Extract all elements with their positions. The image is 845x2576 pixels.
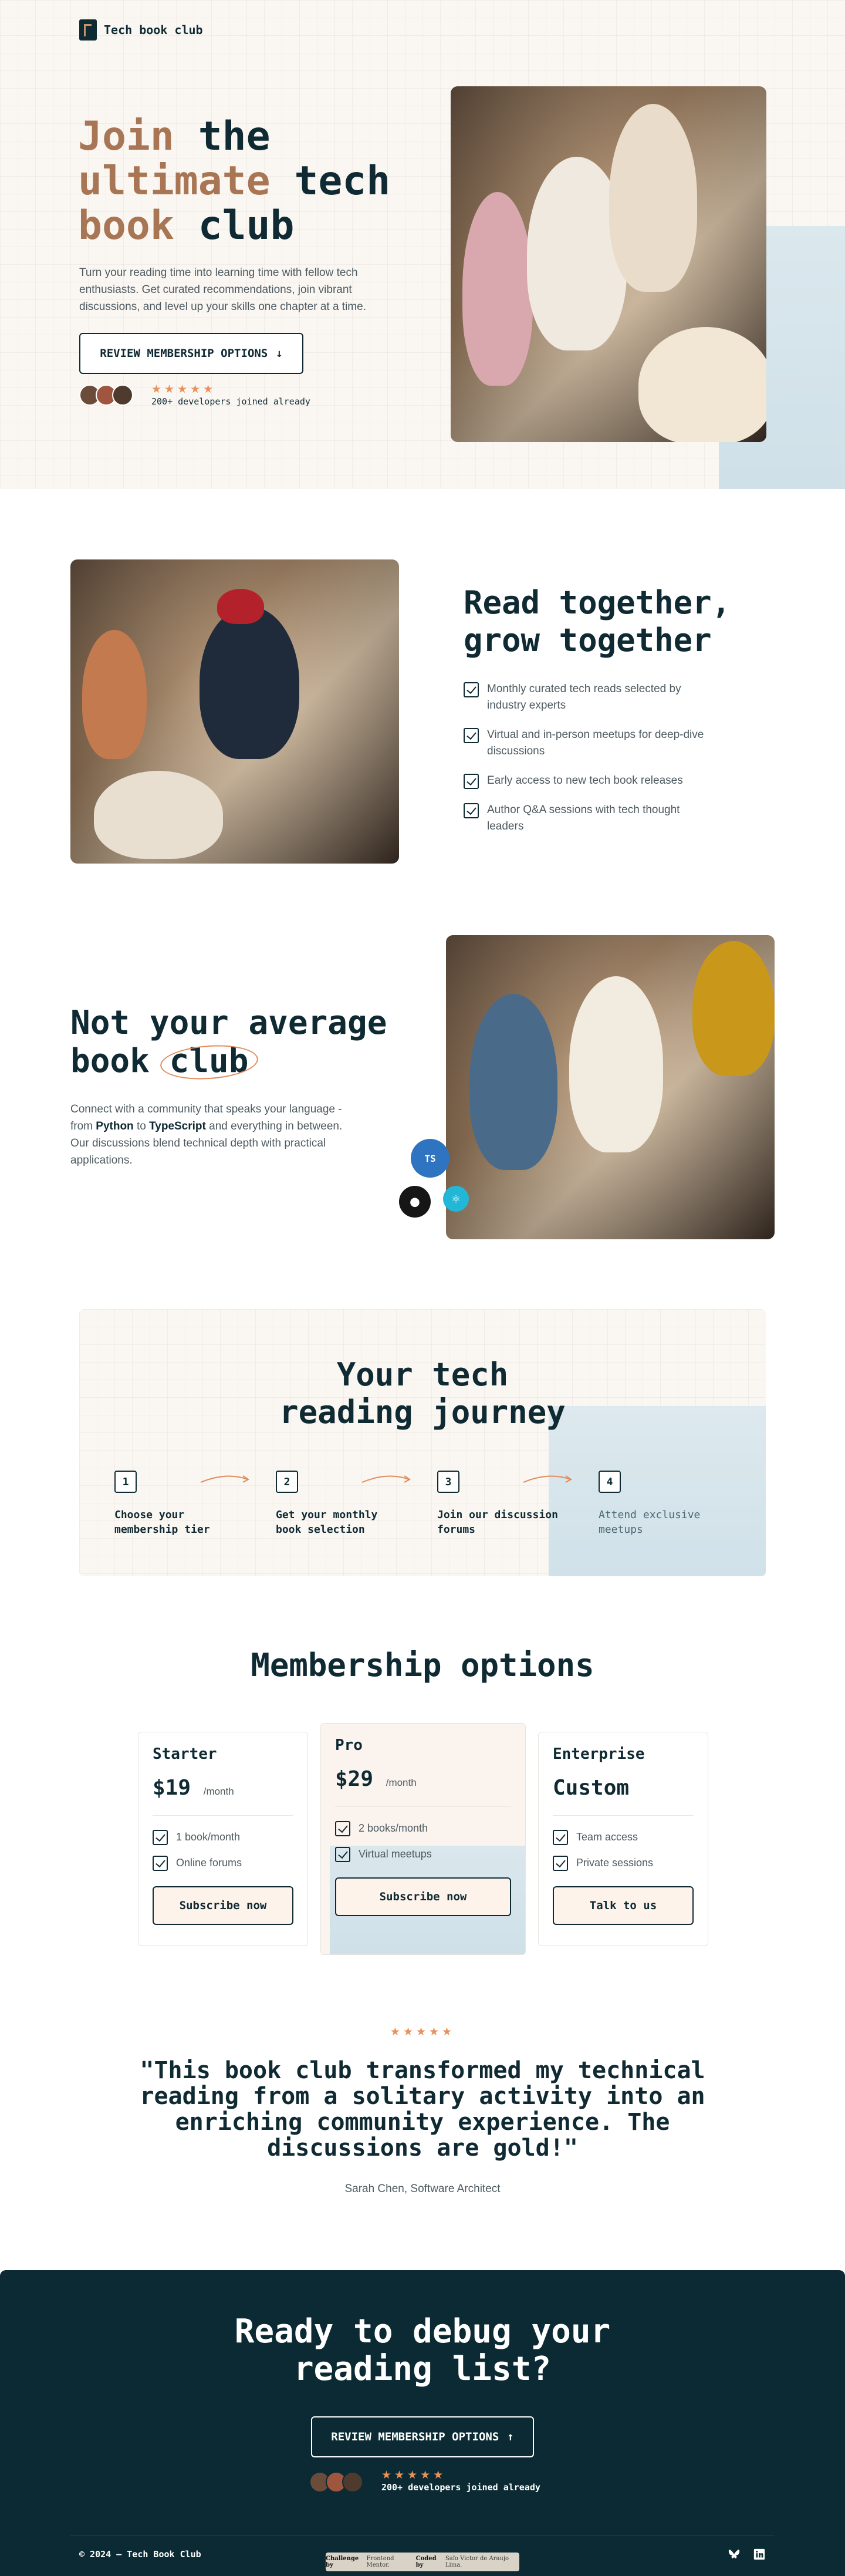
cta-review-membership-button[interactable]: REVIEW MEMBERSHIP OPTIONS ↑ [311,2416,534,2457]
read-together-title: Read together, grow together [464,584,731,659]
journey-title: Your tech reading journey [279,1356,566,1431]
rating-stars: ★★★★★ [151,383,217,396]
list-item: Early access to new tech book releases [464,773,710,789]
list-item: Virtual meetups [335,1846,511,1862]
checkbox-icon [464,803,479,818]
arrow-down-icon: ↓ [276,347,283,360]
subscribe-starter-button[interactable]: Subscribe now [153,1886,293,1925]
cta-title: Ready to debug your reading list? [234,2312,611,2388]
social-proof-text: 200+ developers joined already [151,396,310,407]
checkbox-icon [153,1830,168,1845]
checkbox-icon [335,1821,350,1836]
list-item: Private sessions [553,1855,694,1871]
read-together-photo [70,559,399,864]
checkbox-icon [153,1856,168,1871]
list-item: Virtual and in-person meetups for deep-d… [464,727,710,760]
list-item: Author Q&A sessions with tech thought le… [464,802,710,835]
checkbox-icon [464,682,479,697]
talk-to-us-button[interactable]: Talk to us [553,1886,694,1925]
subscribe-pro-button[interactable]: Subscribe now [335,1877,511,1916]
not-average-title: Not your average book club [70,1004,387,1080]
attribution: Challenge by Frontend Mentor. Coded by Saï… [326,2553,519,2571]
checkbox-icon [553,1856,568,1871]
social-proof: ★★★★★ 200+ developers joined already [151,383,310,407]
checkbox-icon [464,774,479,789]
checkbox-icon [553,1830,568,1845]
community-photo [446,935,775,1239]
arrow-right-icon [523,1475,572,1483]
linkedin-icon[interactable] [753,2548,766,2561]
arrow-right-icon [200,1475,249,1483]
list-item: Online forums [153,1855,293,1871]
avatar [112,385,133,406]
checkbox-icon [464,728,479,743]
member-avatars [309,2472,363,2493]
list-item: Monthly curated tech reads selected by i… [464,681,710,714]
membership-title: Membership options [251,1647,594,1684]
plan-card-enterprise: Enterprise Custom Team access Private se… [538,1732,708,1946]
logo-text: Tech book club [104,23,203,37]
list-item: 1 book/month [153,1829,293,1845]
arrow-right-icon [361,1475,411,1483]
footer-copyright: © 2024 – Tech Book Club [79,2549,201,2560]
plan-card-pro: Pro $29 /month 2 books/month Virtual mee… [320,1723,526,1955]
hero-photo [451,86,766,442]
testimonial-quote: "This book club transformed my technical… [140,2057,705,2162]
plan-card-starter: Starter $19 /month 1 book/month Online f… [138,1732,308,1946]
hero-description: Turn your reading time into learning tim… [79,267,366,313]
github-icon: ● [399,1186,431,1218]
circled-word: club [169,1042,249,1080]
checkbox-icon [335,1847,350,1862]
feature-list: Monthly curated tech reads selected by i… [464,681,710,848]
site-logo[interactable]: Tech book club [79,19,203,41]
react-icon: ⚛ [443,1186,469,1212]
typescript-badge: TS [411,1139,449,1178]
hero-title: Join the ultimate tech book club [78,113,391,249]
bluesky-icon[interactable] [728,2548,741,2561]
list-item: Team access [553,1829,694,1845]
logo-icon [79,19,97,41]
list-item: 2 books/month [335,1820,511,1836]
avatar [342,2472,363,2493]
arrow-up-icon: ↑ [507,2430,514,2443]
testimonial-stars: ★★★★★ [390,2026,455,2038]
member-avatars [79,385,133,406]
not-average-description: Connect with a community that speaks you… [70,1103,343,1166]
social-proof-text: 200+ developers joined already [381,2482,540,2493]
social-proof: ★★★★★ 200+ developers joined already [381,2469,540,2493]
testimonial-author: Sarah Chen, Software Architect [344,2183,501,2195]
rating-stars: ★★★★★ [381,2469,447,2481]
journey-step: 4 Attend exclusive meetups [599,1471,728,1537]
review-membership-button[interactable]: REVIEW MEMBERSHIP OPTIONS ↓ [79,333,303,374]
